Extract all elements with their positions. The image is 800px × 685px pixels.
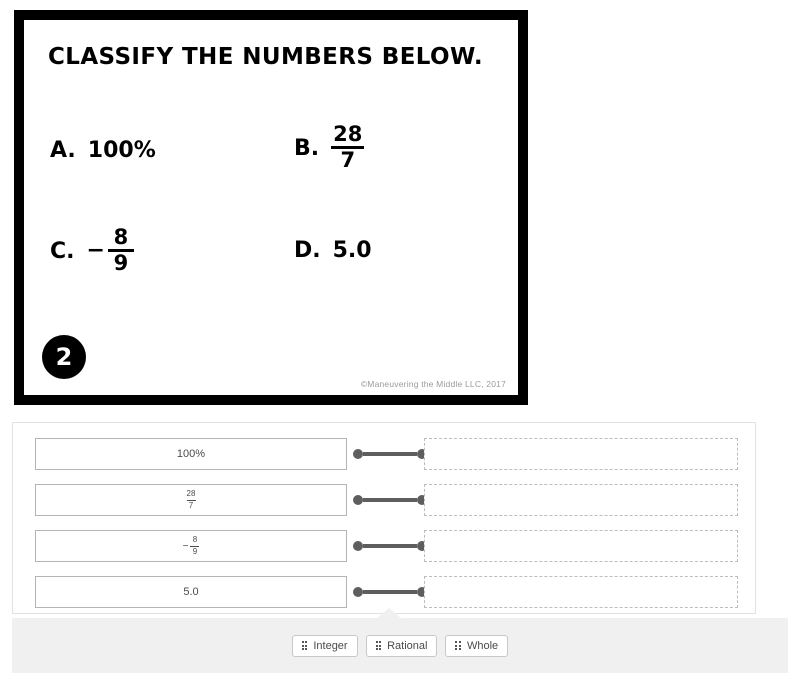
question-number-badge: 2 (42, 335, 86, 379)
choice-d: D. 5.0 (294, 238, 372, 263)
drop-zone-4[interactable] (424, 576, 738, 608)
chip-integer-label: Integer (313, 639, 348, 652)
choice-b-denominator: 7 (340, 148, 356, 172)
chip-whole[interactable]: Whole (445, 634, 509, 657)
connector-bar (363, 498, 417, 502)
match-row: 28 7 (13, 483, 755, 517)
match-row: 5.0 (13, 575, 755, 609)
match-row: − 8 9 (13, 529, 755, 563)
connector-dot-left-icon (353, 495, 363, 505)
question-card-inner: CLASSIFY THE NUMBERS BELOW. A. 100% B. 2… (24, 20, 518, 395)
choice-c-label: C. (50, 239, 75, 264)
choice-c-value: − 8 9 (86, 225, 134, 275)
value-box-2-denominator: 7 (188, 500, 194, 510)
connector-dot-left-icon (353, 587, 363, 597)
connector-4 (353, 587, 427, 597)
choice-a-value: 100% (87, 138, 156, 163)
connector-2 (353, 495, 427, 505)
value-box-3-minus-icon: − (182, 540, 189, 552)
choice-c: C. − 8 9 (50, 225, 134, 275)
choice-a-label: A. (50, 138, 76, 163)
drop-zone-1[interactable] (424, 438, 738, 470)
connector-bar (363, 452, 417, 456)
value-box-2-fraction: 28 7 (186, 489, 196, 510)
value-box-3-value: − 8 9 (182, 535, 200, 556)
value-box-3-numerator: 8 (192, 535, 198, 545)
value-box-3-denominator: 9 (192, 546, 198, 556)
copyright-notice: ©Maneuvering the Middle LLC, 2017 (360, 379, 506, 389)
drop-zone-3[interactable] (424, 530, 738, 562)
value-box-1[interactable]: 100% (35, 438, 347, 470)
choice-c-fraction: 8 9 (107, 225, 134, 275)
connector-dot-left-icon (353, 541, 363, 551)
choice-c-minus-icon: − (86, 238, 105, 263)
value-box-3-fraction: 8 9 (190, 535, 200, 556)
drag-grip-icon (301, 641, 308, 650)
chip-rational-label: Rational (387, 639, 428, 652)
chip-whole-label: Whole (466, 639, 499, 652)
answer-chip-tray: Integer Rational Whole (12, 618, 788, 673)
match-row: 100% (13, 437, 755, 471)
choice-d-label: D. (294, 238, 321, 263)
choice-c-numerator: 8 (113, 225, 129, 249)
choice-c-denominator: 9 (113, 251, 129, 275)
connector-bar (363, 590, 417, 594)
choice-b: B. 28 7 (294, 122, 365, 172)
value-box-3[interactable]: − 8 9 (35, 530, 347, 562)
choice-b-numerator: 28 (333, 122, 363, 146)
question-card: CLASSIFY THE NUMBERS BELOW. A. 100% B. 2… (14, 10, 528, 405)
choice-d-value: 5.0 (332, 238, 372, 263)
drop-zone-2[interactable] (424, 484, 738, 516)
drag-grip-icon (455, 641, 461, 650)
value-box-2[interactable]: 28 7 (35, 484, 347, 516)
choice-a: A. 100% (50, 138, 156, 163)
choice-b-label: B. (294, 136, 320, 161)
connector-3 (353, 541, 427, 551)
value-box-4[interactable]: 5.0 (35, 576, 347, 608)
connector-dot-left-icon (353, 449, 363, 459)
matching-panel: 100% 28 7 − 8 9 5.0 (12, 422, 756, 614)
value-box-2-numerator: 28 (186, 489, 196, 499)
connector-1 (353, 449, 427, 459)
value-box-4-text: 5.0 (183, 586, 199, 598)
chip-integer[interactable]: Integer (291, 634, 358, 657)
question-prompt: CLASSIFY THE NUMBERS BELOW. (48, 44, 484, 70)
choice-b-fraction: 28 7 (331, 122, 365, 172)
drag-grip-icon (375, 641, 382, 650)
value-box-1-text: 100% (176, 448, 206, 460)
connector-bar (363, 544, 417, 548)
chip-rational[interactable]: Rational (365, 634, 438, 657)
